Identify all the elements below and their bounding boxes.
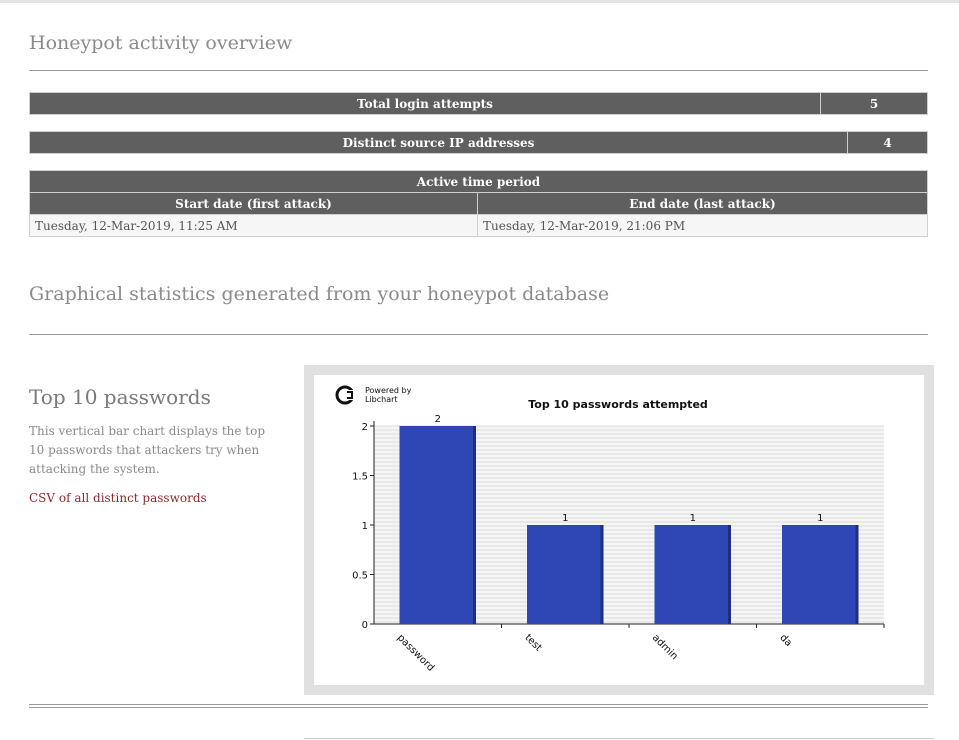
total-attempts-label: Total login attempts	[29, 92, 821, 115]
next-section-rule	[304, 738, 934, 739]
data-label: 1	[690, 513, 696, 524]
password-bar-chart: Powered by Libchart Top 10 passwords att…	[335, 385, 885, 674]
data-label: 2	[435, 414, 441, 425]
x-tick-label: password	[395, 632, 436, 673]
csv-passwords-link[interactable]: CSV of all distinct passwords	[29, 491, 207, 505]
bar-test	[527, 525, 604, 624]
logo-text-line2: Libchart	[365, 395, 398, 404]
divider	[29, 70, 928, 71]
section-end-rule	[29, 707, 928, 708]
x-tick-label: admin	[650, 632, 680, 662]
chart-panel: Powered by Libchart Top 10 passwords att…	[314, 375, 924, 685]
top-passwords-description: This vertical bar chart displays the top…	[29, 424, 266, 476]
bar-admin	[654, 525, 731, 624]
top-border	[0, 0, 959, 3]
bar-shade	[855, 525, 859, 624]
data-label: 1	[817, 513, 823, 524]
chart-frame: Powered by Libchart Top 10 passwords att…	[304, 365, 934, 695]
active-period-label: Active time period	[29, 170, 928, 193]
bar-shade	[473, 426, 476, 624]
top-passwords-title: Top 10 passwords	[29, 385, 211, 409]
y-tick-label: 1.5	[352, 472, 368, 483]
y-tick-label: 1	[362, 521, 368, 532]
page-title: Honeypot activity overview	[29, 32, 293, 54]
y-tick-label: 2	[362, 422, 368, 433]
end-date-header: End date (last attack)	[477, 192, 928, 215]
libchart-logo-icon	[335, 385, 355, 405]
graph-section-title: Graphical statistics generated from your…	[29, 283, 610, 305]
start-date-header: Start date (first attack)	[29, 192, 478, 215]
bar-shade	[728, 525, 731, 624]
data-label: 1	[562, 513, 568, 524]
total-attempts-value: 5	[820, 92, 928, 115]
x-tick-label: test	[522, 632, 543, 653]
distinct-ip-table: Distinct source IP addresses 4	[29, 131, 928, 154]
total-attempts-table: Total login attempts 5	[29, 92, 928, 115]
start-date-value: Tuesday, 12-Mar-2019, 11:25 AM	[29, 214, 478, 237]
chart-title: Top 10 passwords attempted	[528, 398, 708, 411]
bar-shade	[600, 525, 604, 624]
y-tick-label: 0	[362, 620, 368, 631]
bar-da	[782, 525, 859, 624]
bar-password	[399, 426, 476, 624]
distinct-ip-label: Distinct source IP addresses	[29, 131, 848, 154]
logo-text-line1: Powered by	[365, 386, 412, 395]
y-tick-label: 0.5	[352, 571, 368, 582]
active-period-table: Active time period Start date (first att…	[29, 170, 928, 237]
distinct-ip-value: 4	[847, 131, 928, 154]
end-date-value: Tuesday, 12-Mar-2019, 21:06 PM	[477, 214, 928, 237]
x-tick-label: da	[777, 632, 794, 649]
divider	[29, 334, 928, 335]
section-end-rule	[29, 704, 928, 705]
